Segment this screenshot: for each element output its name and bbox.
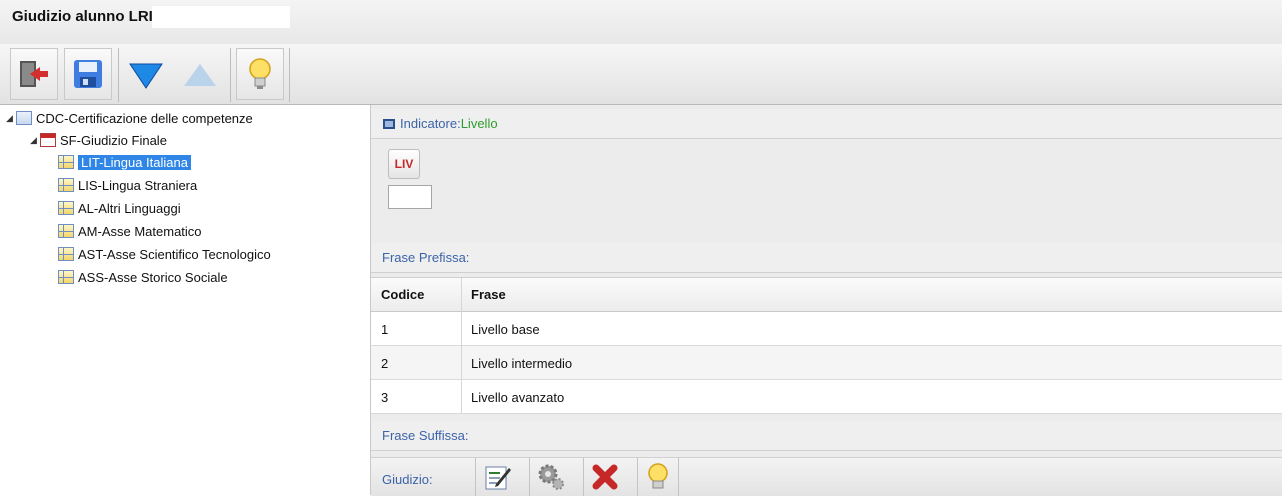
hint-button-bottom[interactable]: [637, 458, 679, 496]
lightbulb-icon: [249, 58, 271, 89]
indicator-label: Indicatore:: [400, 116, 461, 131]
tree-item-label: ASS-Asse Storico Sociale: [78, 269, 228, 285]
tree-item-am[interactable]: AM-Asse Matematico: [58, 221, 202, 241]
cell-code: 2: [381, 355, 389, 371]
tree-item-label: AST-Asse Scientifico Tecnologico: [78, 246, 271, 262]
tree-node-label: SF-Giudizio Finale: [60, 132, 167, 148]
exit-button[interactable]: [10, 48, 58, 100]
tree-item-ast[interactable]: AST-Asse Scientifico Tecnologico: [58, 244, 271, 264]
indicator-icon: [383, 118, 395, 129]
floppy-save-icon: [74, 60, 102, 88]
tree-item-ass[interactable]: ASS-Asse Storico Sociale: [58, 267, 228, 287]
competence-tree: ◢ CDC-Certificazione delle competenze ◢ …: [0, 105, 371, 495]
window-titlebar: Giudizio alunno LRICA L...: [0, 0, 1282, 45]
prefix-label: Frase Prefissa:: [382, 250, 470, 265]
giudizio-toolbar: Giudizio:: [371, 457, 1282, 496]
calendar-icon: [40, 133, 56, 147]
liv-button[interactable]: LIV: [388, 149, 420, 179]
tree-item-al[interactable]: AL-Altri Linguaggi: [58, 198, 181, 218]
tree-item-lis[interactable]: LIS-Lingua Straniera: [58, 175, 197, 195]
tree-item-lit[interactable]: LIT-Lingua Italiana: [58, 152, 191, 172]
table-row[interactable]: 3 Livello avanzato: [371, 380, 1282, 414]
suffix-label: Frase Suffissa:: [382, 428, 469, 443]
red-x-icon: [592, 464, 617, 490]
move-down-button[interactable]: [122, 48, 170, 100]
edit-pencil-icon: [485, 466, 511, 490]
redacted-name-mask: [152, 6, 290, 28]
table-row[interactable]: 1 Livello base: [371, 312, 1282, 346]
lightbulb-icon: [648, 463, 668, 489]
triangle-up-icon: [184, 64, 216, 86]
table-row[interactable]: 2 Livello intermedio: [371, 346, 1282, 380]
tree-node-giudizio-finale[interactable]: ◢ SF-Giudizio Finale: [30, 130, 167, 150]
grid-icon: [58, 155, 74, 169]
column-header-frase[interactable]: Frase: [461, 278, 1282, 312]
gears-icon: [538, 464, 564, 490]
grid-icon: [58, 247, 74, 261]
tree-node-label: CDC-Certificazione delle competenze: [36, 110, 253, 126]
move-up-button[interactable]: [176, 48, 224, 100]
grid-icon: [58, 201, 74, 215]
tree-item-label: AM-Asse Matematico: [78, 223, 202, 239]
tree-item-label: LIS-Lingua Straniera: [78, 177, 198, 193]
column-header-codice[interactable]: Codice: [371, 278, 461, 312]
giudizio-label: Giudizio:: [382, 472, 433, 487]
hint-button[interactable]: [236, 48, 284, 100]
edit-button[interactable]: [475, 458, 517, 496]
indicator-value: Livello: [460, 116, 498, 131]
settings-button[interactable]: [529, 458, 571, 496]
cell-phrase: Livello avanzato: [471, 389, 565, 405]
expand-arrow-icon[interactable]: ◢: [30, 135, 40, 146]
grid-icon: [58, 178, 74, 192]
tree-item-label: AL-Altri Linguaggi: [78, 200, 181, 216]
cell-phrase: Livello base: [471, 321, 540, 337]
cell-code: 3: [381, 389, 389, 405]
prefix-header: Frase Prefissa:: [371, 243, 1282, 273]
delete-button[interactable]: [583, 458, 625, 496]
cell-code: 1: [381, 321, 389, 337]
grid-icon: [58, 224, 74, 238]
triangle-down-icon: [129, 63, 163, 89]
suffix-header: Frase Suffissa:: [371, 421, 1282, 451]
grid-icon: [58, 270, 74, 284]
level-input[interactable]: [388, 185, 432, 209]
indicator-header: Indicatore: Livello: [371, 109, 1282, 139]
form-icon: [16, 111, 32, 125]
tree-node-root[interactable]: ◢ CDC-Certificazione delle competenze: [6, 108, 253, 128]
phrase-table: Codice Frase 1 Livello base 2 Livello in…: [371, 277, 1282, 414]
expand-arrow-icon[interactable]: ◢: [6, 113, 16, 124]
exit-door-icon: [20, 61, 48, 87]
main-toolbar: [0, 44, 1282, 105]
save-button[interactable]: [64, 48, 112, 100]
tree-item-label: LIT-Lingua Italiana: [78, 154, 191, 170]
detail-panel: Indicatore: Livello LIV Frase Prefissa: …: [371, 105, 1282, 496]
cell-phrase: Livello intermedio: [471, 355, 573, 371]
column-divider: [461, 278, 462, 414]
